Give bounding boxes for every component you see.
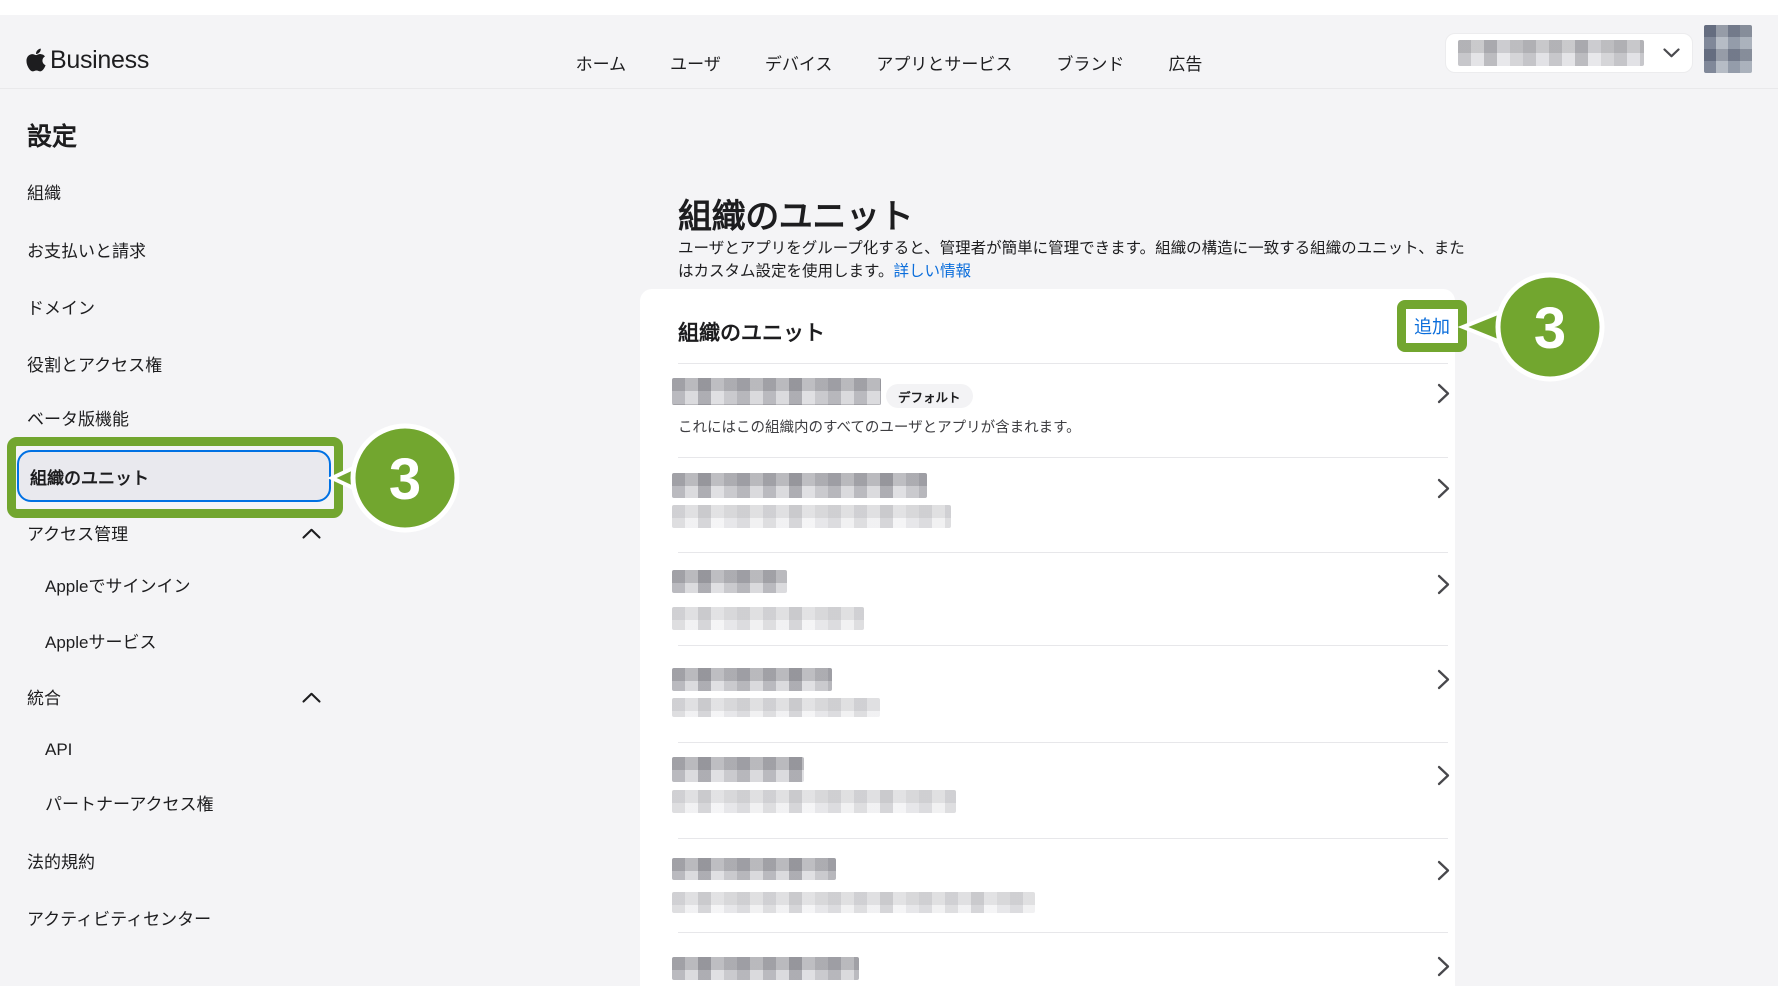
org-unit-name-redacted (672, 858, 836, 880)
org-unit-detail-redacted (672, 698, 880, 717)
sidebar-item-label: 統合 (27, 684, 61, 709)
card-title: 組織のユニット (678, 317, 825, 347)
user-avatar[interactable] (1704, 25, 1752, 73)
row-divider (678, 932, 1448, 933)
add-button[interactable]: 追加 (1414, 313, 1450, 339)
svg-text:3: 3 (389, 447, 421, 512)
chevron-right-icon[interactable] (1437, 860, 1450, 881)
org-unit-detail-redacted (672, 790, 956, 813)
sidebar-item-label: 組織 (27, 179, 61, 204)
add-button-highlight-box: 追加 (1397, 300, 1467, 352)
sidebar-item-label: Appleサービス (45, 628, 156, 653)
org-unit-name-redacted (672, 668, 832, 691)
sidebar-item[interactable]: API (45, 738, 72, 762)
organization-name-redacted (1458, 40, 1644, 66)
sidebar-item-label: API (45, 740, 72, 760)
sidebar-heading: 設定 (27, 117, 77, 153)
nav-item[interactable]: アプリとサービス (876, 50, 1012, 75)
org-unit-detail-redacted (672, 607, 864, 630)
page-description-text: ユーザとアプリをグループ化すると、管理者が簡単に管理できます。組織の構造に一致す… (678, 240, 1465, 280)
sidebar-item[interactable]: アクティビティセンター (27, 905, 211, 929)
sidebar-item-label: Appleでサインイン (45, 572, 190, 597)
sidebar-item[interactable]: 統合 (27, 684, 61, 708)
chevron-up-icon[interactable] (302, 526, 321, 537)
row-divider (678, 552, 1448, 553)
default-badge: デフォルト (886, 384, 973, 408)
sidebar-item[interactable]: Appleサービス (45, 628, 156, 652)
row-divider (678, 838, 1448, 839)
sidebar-item-label: お支払いと請求 (27, 237, 146, 262)
annotation-step-3-sidebar: 3 (320, 413, 485, 543)
sidebar-item[interactable]: パートナーアクセス権 (45, 790, 213, 814)
learn-more-link[interactable]: 詳しい情報 (893, 263, 971, 280)
sidebar-item-label: 法的規約 (27, 848, 95, 873)
svg-text:3: 3 (1534, 296, 1566, 361)
sidebar-item-label: 役割とアクセス権 (27, 351, 162, 376)
org-unit-name-redacted (672, 570, 787, 593)
chevron-right-icon[interactable] (1437, 478, 1450, 499)
row-divider (678, 457, 1448, 458)
org-unit-name-redacted (672, 473, 927, 498)
sidebar-item[interactable]: 法的規約 (27, 848, 95, 872)
chevron-right-icon[interactable] (1437, 669, 1450, 690)
page-description: ユーザとアプリをグループ化すると、管理者が簡単に管理できます。組織の構造に一致す… (678, 237, 1480, 283)
sidebar-item-label: 組織のユニット (30, 464, 149, 489)
organization-selector[interactable] (1445, 33, 1693, 73)
sidebar-item-org-units-selected[interactable]: 組織のユニット (17, 450, 331, 502)
sidebar-item-label: パートナーアクセス権 (45, 790, 213, 815)
apple-business-manager-page: Business ホームユーザデバイスアプリとサービスブランド広告 設定 組織お… (0, 0, 1778, 1000)
browser-top-margin (0, 0, 1778, 15)
sidebar-item[interactable]: ベータ版機能 (27, 405, 129, 429)
browser-bottom-margin (0, 986, 1778, 1000)
sidebar-item-label: アクティビティセンター (27, 905, 211, 930)
nav-item[interactable]: ホーム (576, 50, 627, 75)
org-unit-name-redacted (672, 378, 881, 405)
sidebar-item[interactable]: 組織 (27, 179, 61, 203)
sidebar-item-label: ベータ版機能 (27, 405, 129, 430)
org-unit-detail-redacted (672, 892, 1035, 913)
org-unit-detail-redacted (672, 505, 951, 528)
chevron-down-icon (1663, 48, 1680, 58)
sidebar-item-label: ドメイン (27, 294, 95, 319)
annotation-step-3-add: 3 (1455, 263, 1620, 393)
row-divider (678, 645, 1448, 646)
chevron-right-icon[interactable] (1437, 765, 1450, 786)
sidebar-selected-highlight-box: 組織のユニット (7, 437, 343, 518)
sidebar-item[interactable]: ドメイン (27, 294, 95, 318)
row-divider (678, 742, 1448, 743)
chevron-right-icon[interactable] (1437, 956, 1450, 977)
sidebar-item[interactable]: お支払いと請求 (27, 237, 146, 261)
sidebar-item-label: アクセス管理 (27, 520, 128, 545)
card-header-divider (678, 363, 1448, 364)
chevron-up-icon[interactable] (302, 690, 321, 701)
org-unit-name-redacted (672, 957, 859, 980)
sidebar-item[interactable]: 役割とアクセス権 (27, 351, 162, 375)
sidebar-item[interactable]: アクセス管理 (27, 520, 128, 544)
nav-item[interactable]: デバイス (765, 50, 833, 75)
nav-item[interactable]: ユーザ (670, 50, 721, 75)
chevron-right-icon[interactable] (1437, 574, 1450, 595)
chevron-right-icon[interactable] (1437, 383, 1450, 404)
org-unit-name-redacted (672, 757, 804, 782)
org-unit-description: これにはこの組織内のすべてのユーザとアプリが含まれます。 (678, 416, 1081, 437)
page-title: 組織のユニット (678, 189, 913, 238)
nav-item[interactable]: ブランド (1056, 50, 1124, 75)
sidebar-item[interactable]: Appleでサインイン (45, 572, 190, 596)
nav-item[interactable]: 広告 (1168, 50, 1202, 75)
